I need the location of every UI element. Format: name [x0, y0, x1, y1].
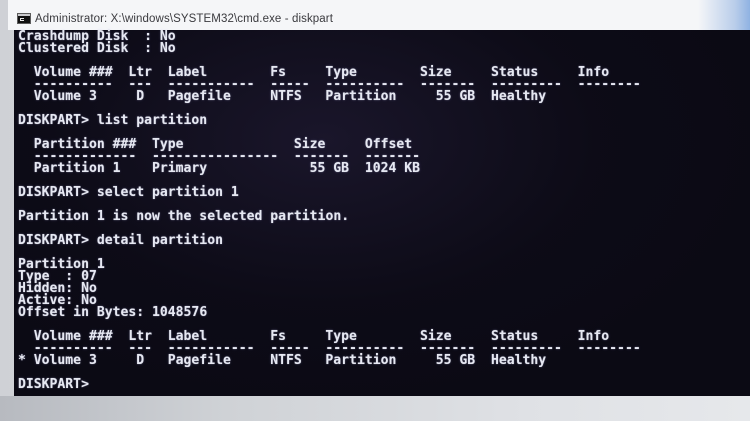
attribute-delimiter: : [144, 41, 153, 56]
command-line: DISKPART> select partition 1 [18, 185, 750, 200]
column-separator: --- [128, 77, 153, 92]
row-indent [18, 139, 34, 151]
partition-attribute-line: Type : 07 [18, 270, 750, 283]
cell-size: 55 GB [435, 353, 476, 368]
cell-type: Primary [152, 161, 208, 176]
cell-size: 55 GB [309, 161, 350, 176]
prompt: DISKPART> [18, 233, 89, 248]
status-message: Partition 1 is now the selected partitio… [18, 209, 350, 224]
cell-label: Pagefile [167, 353, 231, 368]
cell-label: Pagefile [167, 89, 231, 104]
table-row: * Volume 3 D Pagefile NTFS Partition 55 … [18, 353, 750, 368]
cell-volume: Volume 3 [33, 89, 97, 104]
cell-status: Healthy [490, 353, 547, 368]
prompt: DISKPART> [18, 113, 89, 128]
monitor-screen: Administrator: X:\windows\SYSTEM32\cmd.e… [0, 0, 750, 421]
table-row: Volume 3 D Pagefile NTFS Partition 55 GB… [18, 89, 750, 104]
cmd-icon-titlebar [18, 14, 30, 16]
attribute-label: Clustered Disk [18, 41, 129, 56]
console-output[interactable]: Crashdump Disk : No Clustered Disk : No … [14, 30, 750, 396]
attribute-value: No [159, 41, 176, 56]
output-message: Partition 1 is now the selected partitio… [18, 209, 750, 224]
cell-type: Partition [325, 89, 397, 104]
detail-heading-line: Partition 1 [18, 258, 750, 271]
cell-info [578, 91, 641, 103]
command-text: detail partition [96, 233, 223, 248]
cell-size: 55 GB [435, 89, 476, 104]
cmd-icon[interactable] [17, 13, 31, 24]
prompt: DISKPART> [18, 377, 89, 392]
row-marker [18, 163, 34, 175]
cell-offset: 1024 KB [364, 161, 421, 176]
attribute-value: 1048576 [152, 305, 208, 320]
row-indent [18, 79, 34, 91]
attribute-delimiter: : [136, 305, 145, 320]
partition-attribute-line: Offset in Bytes : 1048576 [18, 305, 750, 320]
window-title: Administrator: X:\windows\SYSTEM32\cmd.e… [35, 13, 334, 25]
cell-type: Partition [325, 353, 397, 368]
command-line: DISKPART> list partition [18, 113, 750, 128]
cell-info [578, 355, 641, 367]
column-separator: -------- [577, 77, 641, 92]
cell-fs: NTFS [270, 353, 302, 368]
cell-fs: NTFS [270, 89, 302, 104]
table-row: Partition 1 Primary 55 GB 1024 KB [18, 161, 750, 176]
prompt: DISKPART> [18, 185, 89, 200]
cmd-icon-prompt-glyph [20, 18, 24, 21]
row-indent [18, 67, 34, 79]
command-line: DISKPART> detail partition [18, 233, 750, 248]
row-indent [18, 331, 34, 343]
cell-ltr: D [136, 353, 145, 368]
cell-ltr: D [136, 89, 145, 104]
row-marker [18, 91, 34, 103]
partition-attribute-line: Hidden : No [18, 282, 750, 295]
title-bar[interactable]: Administrator: X:\windows\SYSTEM32\cmd.e… [8, 0, 750, 30]
column-separator: --- [128, 341, 153, 356]
cell-volume: Volume 3 [33, 353, 97, 368]
command-text: select partition 1 [96, 185, 239, 200]
selected-row-marker: * [18, 353, 26, 368]
cell-partition: Partition 1 [33, 161, 121, 176]
current-prompt-line[interactable]: DISKPART> [18, 377, 750, 392]
monitor-bezel-bottom [0, 396, 750, 421]
disk-attribute-line: Clustered Disk : No [18, 41, 750, 56]
row-indent [18, 151, 34, 163]
cell-status: Healthy [490, 89, 547, 104]
attribute-label: Offset in Bytes [18, 305, 137, 320]
command-text: list partition [96, 113, 208, 128]
column-separator: -------- [577, 341, 641, 356]
